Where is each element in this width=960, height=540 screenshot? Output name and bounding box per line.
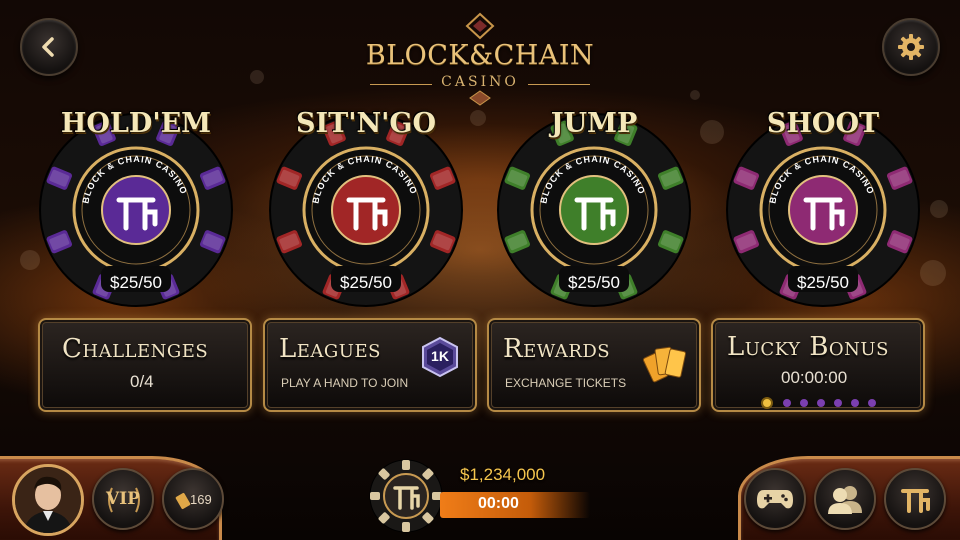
progress-dot — [800, 398, 808, 407]
brand-logo-icon — [901, 489, 930, 513]
logo-subtitle: CASINO — [441, 74, 519, 90]
progress-dot — [868, 398, 876, 407]
gear-icon — [898, 34, 924, 60]
game-chip-1[interactable]: BLOCK & CHAIN CASINO SIT'N'GO $25/50 — [265, 106, 467, 308]
bonus-timer-text: 00:00 — [478, 495, 519, 512]
vip-label: VIP — [106, 489, 140, 509]
challenges-progress: 0/4 — [130, 372, 154, 391]
lucky-bonus-title: Lucky Bonus — [727, 332, 889, 362]
back-button[interactable] — [20, 18, 78, 76]
game-stakes: $25/50 — [568, 273, 620, 292]
progress-dot — [783, 398, 791, 407]
challenges-panel[interactable]: Challenges 0/4 — [38, 318, 252, 412]
friends-button[interactable] — [814, 468, 876, 530]
logo-title: BLOCK&CHAIN — [365, 40, 595, 71]
lucky-bonus-progress-dots — [761, 392, 885, 409]
casino-logo: BLOCK&CHAIN CASINO — [330, 8, 630, 108]
settings-button[interactable] — [882, 18, 940, 76]
progress-dot — [834, 398, 842, 407]
brand-home-button[interactable] — [884, 468, 946, 530]
game-title: HOLD'EM — [60, 108, 212, 139]
rewards-title: Rewards — [503, 334, 611, 364]
league-badge-label: 1K — [431, 348, 449, 364]
progress-dot — [817, 398, 825, 407]
leagues-panel[interactable]: Leagues PLAY A HAND TO JOIN 1K — [263, 318, 477, 412]
game-stakes: $25/50 — [340, 273, 392, 292]
avatar[interactable] — [12, 464, 84, 536]
friends-icon — [828, 486, 862, 514]
balance-amount: $1,234,000 — [460, 465, 546, 484]
progress-dot — [761, 396, 773, 409]
diamond-ornament-icon — [469, 90, 491, 106]
lucky-bonus-timer: 00:00:00 — [781, 368, 848, 387]
gamepad-icon — [757, 490, 793, 509]
lucky-bonus-panel[interactable]: Lucky Bonus 00:00:00 — [711, 318, 925, 412]
challenges-title: Challenges — [62, 334, 209, 364]
game-title: SIT'N'GO — [295, 108, 436, 139]
rewards-subtitle: EXCHANGE TICKETS — [505, 376, 627, 390]
chevron-left-icon — [42, 37, 54, 57]
game-chip-0[interactable]: BLOCK & CHAIN CASINO HOLD'EM $25/50 — [35, 106, 237, 308]
league-badge-icon: 1K — [419, 336, 461, 378]
progress-dot — [851, 398, 859, 407]
rewards-panel[interactable]: Rewards EXCHANGE TICKETS — [487, 318, 701, 412]
game-title: SHOOT — [766, 108, 880, 139]
diamond-crest-icon — [465, 12, 495, 40]
vip-button[interactable]: VIP — [92, 468, 154, 530]
leagues-subtitle: PLAY A HAND TO JOIN — [281, 376, 409, 390]
games-button[interactable] — [744, 468, 806, 530]
game-chip-2[interactable]: BLOCK & CHAIN CASINO JUMP $25/50 — [493, 106, 695, 308]
player-portrait — [15, 467, 81, 533]
game-stakes: $25/50 — [110, 273, 162, 292]
ticket-count: 169 — [190, 492, 212, 507]
leagues-title: Leagues — [279, 334, 381, 364]
game-stakes: $25/50 — [797, 273, 849, 292]
game-chip-3[interactable]: BLOCK & CHAIN CASINO SHOOT $25/50 — [722, 106, 924, 308]
tickets-icon — [642, 346, 687, 383]
balance-chip[interactable] — [368, 458, 444, 534]
game-title: JUMP — [550, 108, 638, 139]
